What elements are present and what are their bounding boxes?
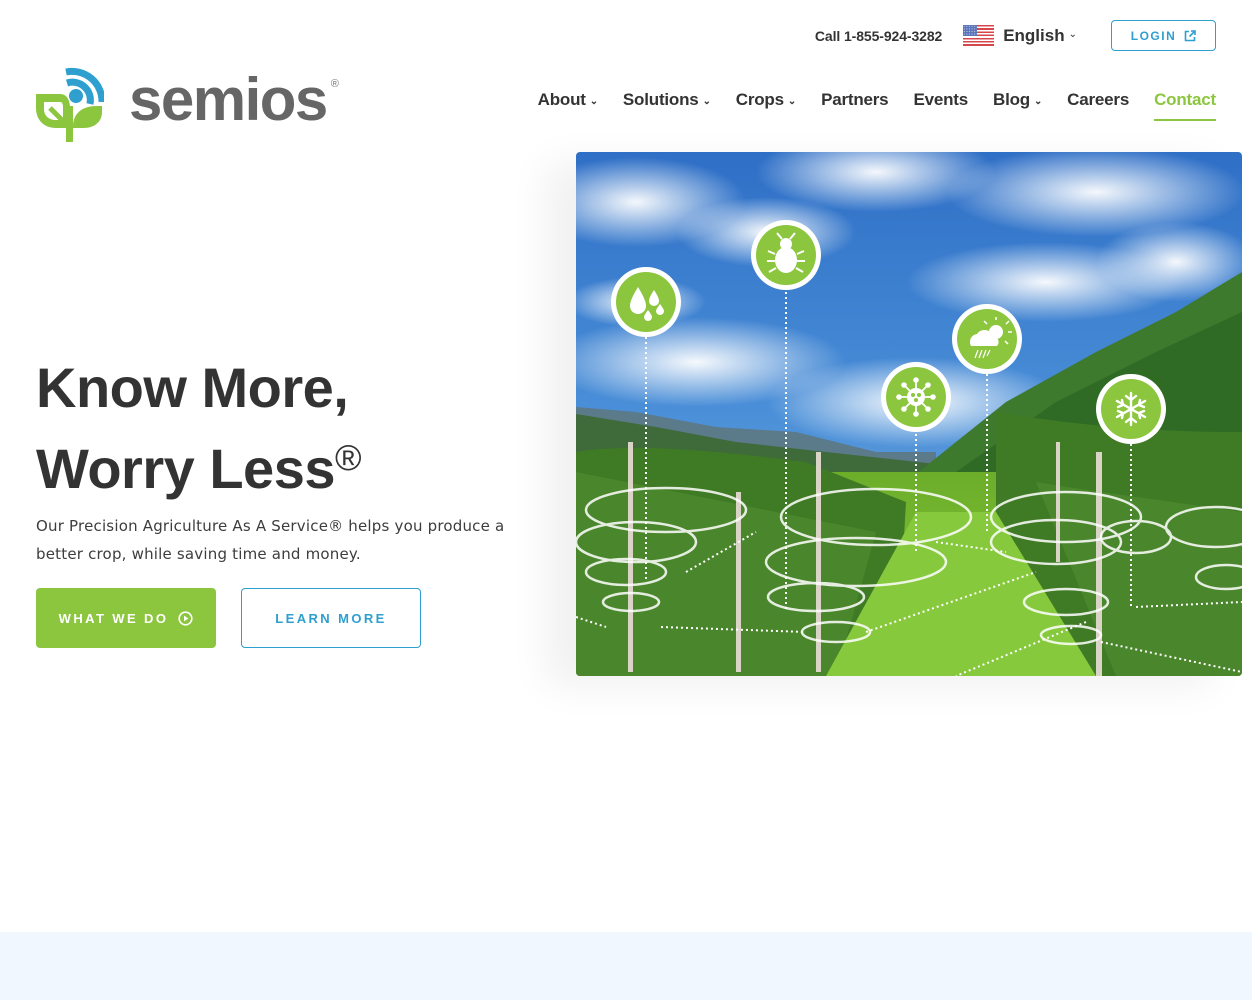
nav-item-crops[interactable]: Crops ⌄ — [735, 90, 797, 110]
virus-icon — [881, 362, 951, 432]
nav-label: Events — [913, 90, 969, 109]
hero-orchard-image — [576, 152, 1242, 676]
nav-item-blog[interactable]: Blog ⌄ — [993, 90, 1042, 110]
nav-label: Solutions — [622, 90, 699, 109]
chevron-down-icon: ⌄ — [589, 96, 598, 107]
learn-more-button[interactable]: LEARN MORE — [241, 588, 421, 648]
weather-icon — [952, 304, 1022, 374]
hero-title: Know More, Worry Less® — [36, 353, 362, 504]
play-circle-icon — [178, 610, 193, 626]
nav-item-about[interactable]: About ⌄ — [538, 90, 598, 110]
external-link-icon — [1184, 29, 1197, 41]
login-label: LOGIN — [1130, 28, 1177, 43]
chevron-down-icon: ⌄ — [1033, 96, 1043, 107]
chevron-down-icon: ⌄ — [1068, 29, 1077, 40]
hero-title-line-1: Know More, — [36, 356, 349, 419]
bug-icon — [751, 220, 821, 290]
semios-logo[interactable]: semios ® — [36, 62, 339, 142]
language-selector[interactable]: English ⌄ — [963, 25, 1077, 46]
us-flag-icon — [963, 25, 995, 46]
login-button[interactable]: LOGIN — [1111, 20, 1216, 51]
learn-more-label: LEARN MORE — [275, 610, 387, 626]
what-we-do-button[interactable]: WHAT WE DO — [36, 588, 216, 648]
chevron-down-icon: ⌄ — [702, 96, 711, 107]
nav-label: Contact — [1154, 90, 1216, 109]
call-phone-link[interactable]: Call 1-855-924-3282 — [815, 28, 942, 44]
nav-label: About — [537, 90, 586, 109]
what-we-do-label: WHAT WE DO — [58, 610, 169, 626]
logo-wordmark: semios — [129, 66, 328, 133]
main-nav: About ⌄ Solutions ⌄ Crops ⌄ Partners Events… — [538, 90, 1216, 121]
nav-item-solutions[interactable]: Solutions ⌄ — [623, 90, 711, 110]
nav-label: Careers — [1067, 90, 1130, 109]
chevron-down-icon: ⌄ — [787, 96, 797, 107]
nav-label: Blog — [993, 90, 1030, 109]
logo-registered-mark: ® — [330, 78, 339, 90]
nav-item-events[interactable]: Events — [913, 90, 968, 110]
hero-subtitle: Our Precision Agriculture As A Service® … — [36, 517, 505, 563]
water-drops-icon — [611, 267, 681, 337]
semios-logo-icon — [36, 67, 104, 142]
nav-item-contact[interactable]: Contact — [1154, 90, 1216, 121]
nav-item-careers[interactable]: Careers — [1067, 90, 1129, 110]
nav-label: Partners — [821, 90, 889, 109]
nav-label: Crops — [735, 90, 784, 109]
snowflake-icon — [1096, 374, 1166, 444]
nav-item-partners[interactable]: Partners — [821, 90, 889, 110]
utility-bar: Call 1-855-924-3282 English ⌄ LOGIN — [815, 20, 1216, 51]
language-label: English — [1003, 25, 1065, 45]
hero-title-line-2: Worry Less — [36, 437, 335, 500]
next-section-band — [0, 932, 1252, 1000]
registered-mark: ® — [334, 437, 362, 478]
